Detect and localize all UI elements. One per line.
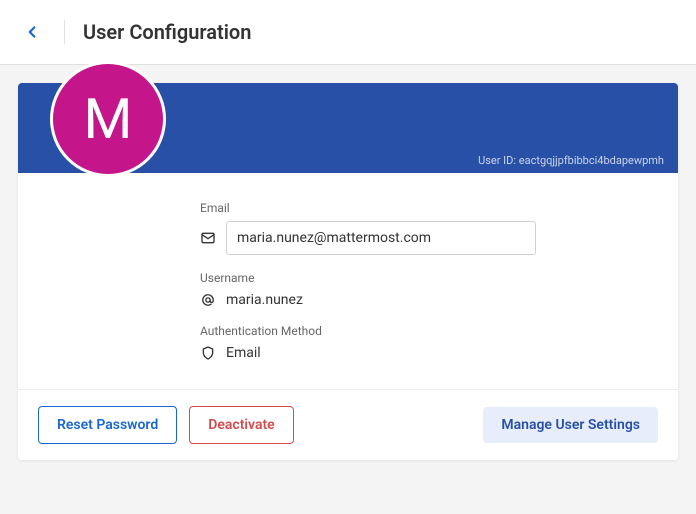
email-input[interactable] [226, 221, 536, 255]
avatar: M [50, 61, 166, 177]
email-label: Email [200, 201, 654, 215]
deactivate-button[interactable]: Deactivate [189, 406, 293, 444]
at-icon [200, 292, 216, 308]
username-field-group: Username maria.nunez [200, 271, 654, 308]
avatar-letter: M [84, 86, 133, 152]
email-icon [200, 230, 216, 246]
banner: M User ID: eactgqjjpfbibbci4bdapewpmh [18, 83, 678, 173]
username-label: Username [200, 271, 654, 285]
user-id-label: User ID: [478, 154, 516, 167]
page-header: User Configuration [0, 0, 696, 65]
username-row: maria.nunez [200, 291, 654, 308]
chevron-left-icon [23, 23, 41, 41]
actions-bar: Reset Password Deactivate Manage User Se… [18, 389, 678, 460]
user-id-value: eactgqjjpfbibbci4bdapewpmh [519, 154, 664, 167]
auth-value: Email [226, 344, 261, 361]
auth-label: Authentication Method [200, 324, 654, 338]
email-row [200, 221, 654, 255]
auth-field-group: Authentication Method Email [200, 324, 654, 361]
auth-row: Email [200, 344, 654, 361]
user-details: Email Username [18, 173, 678, 389]
manage-user-settings-button[interactable]: Manage User Settings [483, 407, 658, 443]
back-button[interactable] [0, 20, 65, 44]
user-card: M User ID: eactgqjjpfbibbci4bdapewpmh Em… [18, 83, 678, 460]
reset-password-button[interactable]: Reset Password [38, 406, 177, 444]
email-field-group: Email [200, 201, 654, 255]
page-title: User Configuration [83, 20, 251, 44]
user-id: User ID: eactgqjjpfbibbci4bdapewpmh [478, 154, 664, 167]
username-value: maria.nunez [226, 291, 303, 308]
shield-icon [200, 345, 216, 361]
content-area: M User ID: eactgqjjpfbibbci4bdapewpmh Em… [0, 65, 696, 478]
